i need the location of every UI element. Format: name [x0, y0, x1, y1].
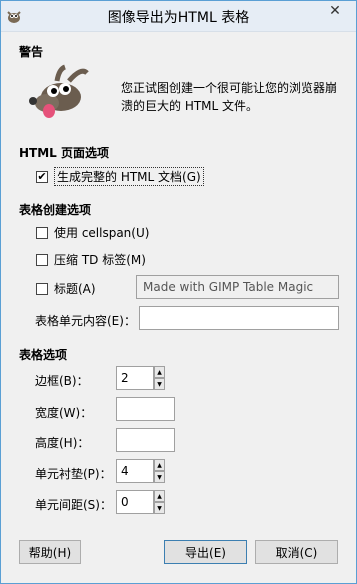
cellspacing-spinner[interactable]: 0 ▲ ▼ — [116, 490, 165, 514]
cell-content-input[interactable] — [139, 306, 339, 330]
cellspacing-input[interactable]: 0 — [116, 490, 154, 514]
table-creation-options-heading: 表格创建选项 — [19, 203, 92, 217]
caption-option[interactable]: 标题(A) — [36, 280, 96, 297]
compress-td-checkbox[interactable] — [36, 253, 48, 266]
compress-td-option[interactable]: 压缩 TD 标签(M) — [36, 251, 146, 268]
compress-td-label: 压缩 TD 标签(M) — [54, 253, 146, 267]
border-down-arrow-icon[interactable]: ▼ — [154, 378, 165, 390]
full-document-label: 生成完整的 HTML 文档(G) — [54, 167, 204, 186]
help-button[interactable]: 帮助(H) — [19, 540, 81, 564]
cellpadding-up-arrow-icon[interactable]: ▲ — [154, 459, 165, 471]
full-document-option[interactable]: ✔ 生成完整的 HTML 文档(G) — [36, 167, 204, 186]
warning-message: 您正试图创建一个很可能让您的浏览器崩溃的巨大的 HTML 文件。 — [121, 81, 338, 113]
full-document-checkbox[interactable]: ✔ — [36, 170, 48, 183]
cellpadding-label: 单元衬垫(P)： — [35, 467, 112, 481]
border-label: 边框(B)： — [35, 374, 89, 388]
export-button[interactable]: 导出(E) — [164, 540, 247, 564]
table-options-heading: 表格选项 — [19, 348, 68, 362]
border-input[interactable]: 2 — [116, 366, 154, 390]
cellpadding-input[interactable]: 4 — [116, 459, 154, 483]
border-up-arrow-icon[interactable]: ▲ — [154, 366, 165, 378]
height-label: 高度(H)： — [35, 436, 90, 450]
cellspacing-down-arrow-icon[interactable]: ▼ — [154, 502, 165, 514]
export-dialog-window: 图像导出为HTML 表格 ✕ 警告 您正试图创建一个很可能让您的浏览器崩溃的巨大… — [0, 0, 357, 584]
gimp-mascot-icon — [29, 64, 89, 118]
width-input[interactable] — [116, 397, 175, 421]
title-bar: 图像导出为HTML 表格 ✕ — [1, 1, 356, 32]
cellspan-option[interactable]: 使用 cellspan(U) — [36, 224, 149, 241]
width-label: 宽度(W)： — [35, 406, 93, 420]
cellpadding-spinner[interactable]: 4 ▲ ▼ — [116, 459, 165, 483]
warning-heading: 警告 — [19, 45, 44, 59]
caption-label: 标题(A) — [54, 282, 96, 296]
caption-input[interactable]: Made with GIMP Table Magic — [136, 275, 339, 299]
cellpadding-down-arrow-icon[interactable]: ▼ — [154, 471, 165, 483]
cellspan-label: 使用 cellspan(U) — [54, 226, 150, 240]
cellspacing-label: 单元间距(S)： — [35, 498, 112, 512]
close-button[interactable]: ✕ — [320, 1, 350, 21]
window-title: 图像导出为HTML 表格 — [107, 10, 250, 26]
html-page-options-heading: HTML 页面选项 — [19, 146, 109, 160]
cellspan-checkbox[interactable] — [36, 226, 48, 239]
cell-content-label: 表格单元内容(E)： — [35, 314, 136, 328]
border-spinner[interactable]: 2 ▲ ▼ — [116, 366, 165, 390]
caption-checkbox[interactable] — [36, 282, 48, 295]
cellspacing-up-arrow-icon[interactable]: ▲ — [154, 490, 165, 502]
height-input[interactable] — [116, 428, 175, 452]
cancel-button[interactable]: 取消(C) — [255, 540, 338, 564]
